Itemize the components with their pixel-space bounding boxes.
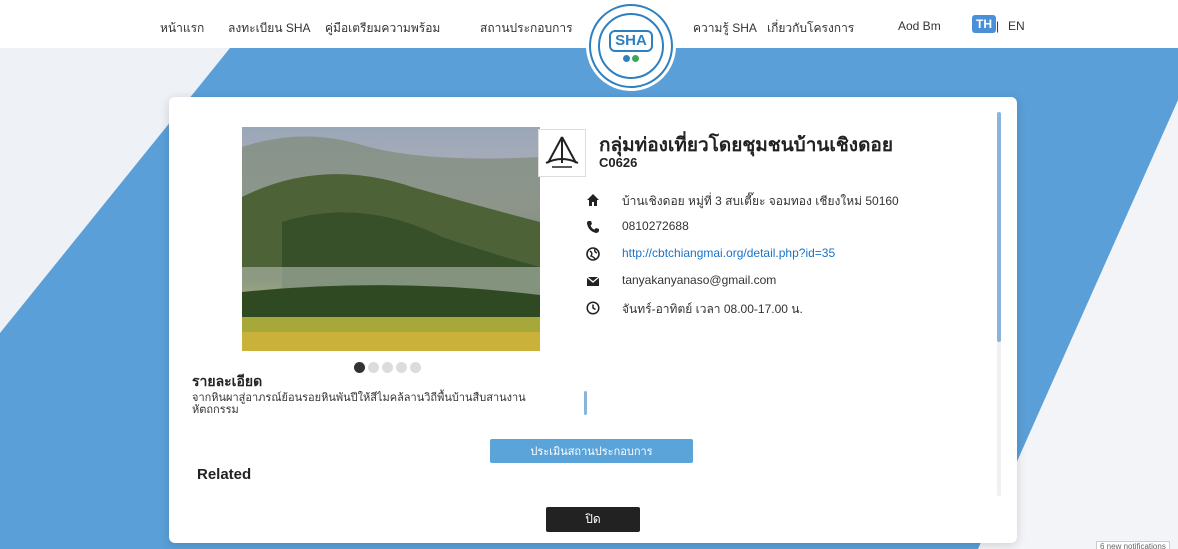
gallery-dot-4[interactable] [396,362,407,373]
nav-preparation-guide[interactable]: คู่มือเตรียมความพร้อม [325,19,440,38]
notification-badge[interactable]: 6 new notifications [1096,541,1170,549]
address-text: บ้านเชิงดอย หมู่ที่ 3 สบเตี๊ยะ จอมทอง เช… [622,194,899,208]
logo-dot-green [632,55,639,62]
detail-text: จากหินผาสู่อาภรณ์ย้อนรอยหินพันปีให้สีไมค… [192,392,526,416]
establishment-modal: กลุ่มท่องเที่ยวโดยชุมชนบ้านเชิงดอย C0626… [169,97,1017,543]
modal-scrollbar-thumb[interactable] [997,112,1001,342]
email-text: tanyakanyanaso@gmail.com [622,273,777,287]
gallery-dot-2[interactable] [368,362,379,373]
nav-establishments[interactable]: สถานประกอบการ [480,19,573,38]
home-icon [585,192,601,208]
nav-about-project[interactable]: เกี่ยวกับโครงการ [767,19,854,38]
address-row: บ้านเชิงดอย หมู่ที่ 3 สบเตี๊ยะ จอมทอง เช… [585,191,899,209]
modal-scrollbar[interactable] [997,112,1001,496]
sha-logo-emblem: SHA [598,13,664,79]
establishment-photo[interactable] [242,127,540,351]
clock-icon [585,300,601,316]
phone-icon [585,219,601,235]
detail-scrollbar[interactable] [584,391,587,415]
email-row: tanyakanyanaso@gmail.com [585,272,776,290]
lang-separator: | [996,19,1000,33]
establishment-title: กลุ่มท่องเที่ยวโดยชุมชนบ้านเชิงดอย [599,135,893,156]
establishment-code: C0626 [599,155,638,170]
sha-logo-dots [623,55,639,62]
close-button[interactable]: ปิด [546,507,640,532]
hours-row: จันทร์-อาทิตย์ เวลา 08.00-17.00 น. [585,299,803,317]
sha-logo-text: SHA [609,30,653,52]
nav-register-sha[interactable]: ลงทะเบียน SHA [228,19,311,38]
website-link[interactable]: http://cbtchiangmai.org/detail.php?id=35 [622,246,835,260]
operator-logo [538,129,586,177]
gallery-dot-5[interactable] [410,362,421,373]
phone-text: 0810272688 [622,219,689,233]
landscape-image [242,136,540,351]
gallery-dot-1[interactable] [354,362,365,373]
assess-establishment-button[interactable]: ประเมินสถานประกอบการ [490,439,693,463]
related-heading: Related [197,466,252,483]
gallery-dots [354,362,421,373]
logo-dot-blue [623,55,630,62]
nav-home[interactable]: หน้าแรก [160,19,204,38]
nav-sha-knowledge[interactable]: ความรู้ SHA [693,19,757,38]
hours-text: จันทร์-อาทิตย์ เวลา 08.00-17.00 น. [622,302,803,316]
website-row: http://cbtchiangmai.org/detail.php?id=35 [585,245,835,263]
nav-user-account[interactable]: Aod Bm [898,19,941,33]
phone-row: 0810272688 [585,218,689,236]
sha-logo[interactable]: SHA [589,4,673,88]
gallery-dot-3[interactable] [382,362,393,373]
lang-th-button[interactable]: TH [972,15,996,33]
globe-icon [585,246,601,262]
detail-heading: รายละเอียด [192,373,263,389]
community-logo-icon [545,136,579,168]
lang-en-button[interactable]: EN [1008,19,1025,33]
envelope-icon [585,273,601,289]
